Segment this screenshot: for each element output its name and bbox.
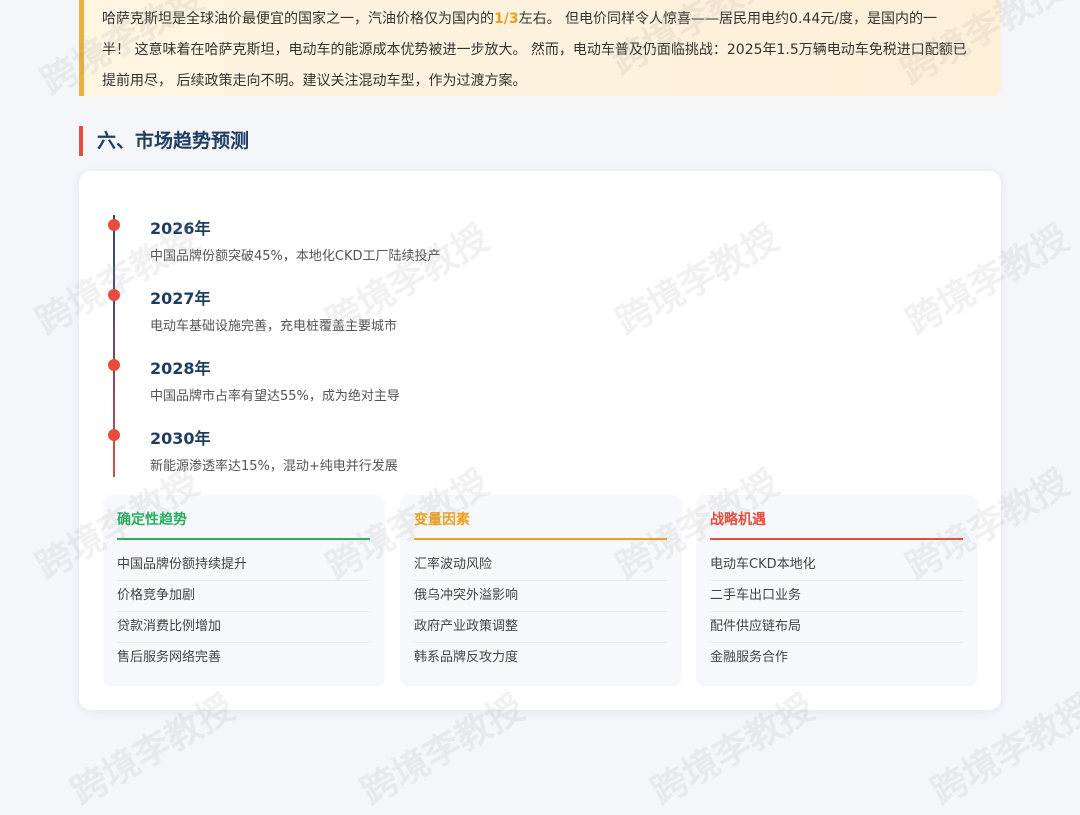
list-item: 贷款消费比例增加	[117, 612, 370, 643]
timeline-dot	[108, 429, 120, 441]
trend-card: 2026年 中国品牌份额突破45%，本地化CKD工厂陆续投产 2027年 电动车…	[79, 171, 1001, 710]
column-title: 确定性趋势	[117, 509, 370, 540]
timeline-year: 2027年	[150, 289, 211, 308]
timeline-dot	[108, 289, 120, 301]
timeline-item: 2030年 新能源渗透率达15%，混动+纯电并行发展	[79, 381, 779, 474]
list-item: 价格竞争加剧	[117, 581, 370, 612]
list-item: 金融服务合作	[710, 650, 789, 665]
callout-box: 哈萨克斯坦是全球油价最便宜的国家之一，汽油价格仅为国内的1/3左右。 但电价同样…	[79, 0, 1001, 96]
timeline-dot	[108, 219, 120, 231]
list-item: 中国品牌份额持续提升	[117, 550, 370, 581]
callout-text: 左右。 但电价同样令人惊喜——居民用电约0.44元/度，是国内的一	[518, 11, 937, 27]
section-title: 六、市场趋势预测	[79, 126, 249, 156]
column-list: 电动车CKD本地化 二手车出口业务 配件供应链布局 金融服务合作	[710, 550, 963, 673]
callout-line-1: 哈萨克斯坦是全球油价最便宜的国家之一，汽油价格仅为国内的1/3左右。 但电价同样…	[102, 4, 981, 35]
callout-highlight: 1/3	[494, 11, 519, 27]
list-item: 汇率波动风险	[414, 550, 667, 581]
list-item: 配件供应链布局	[710, 612, 963, 643]
column-title: 战略机遇	[710, 509, 963, 540]
column-title: 变量因素	[414, 509, 667, 540]
column-opportunities: 战略机遇 电动车CKD本地化 二手车出口业务 配件供应链布局 金融服务合作	[696, 495, 978, 686]
column-list: 中国品牌份额持续提升 价格竞争加剧 贷款消费比例增加 售后服务网络完善	[117, 550, 370, 673]
timeline-year: 2026年	[150, 219, 211, 238]
timeline-item: 2026年 中国品牌份额突破45%，本地化CKD工厂陆续投产	[79, 171, 779, 264]
timeline-year: 2028年	[150, 359, 211, 378]
list-item: 售后服务网络完善	[117, 650, 222, 665]
column-variables: 变量因素 汇率波动风险 俄乌冲突外溢影响 政府产业政策调整 韩系品牌反攻力度	[400, 495, 682, 686]
list-item: 俄乌冲突外溢影响	[414, 581, 667, 612]
column-certain-trends: 确定性趋势 中国品牌份额持续提升 价格竞争加剧 贷款消费比例增加 售后服务网络完…	[103, 495, 385, 686]
column-list: 汇率波动风险 俄乌冲突外溢影响 政府产业政策调整 韩系品牌反攻力度	[414, 550, 667, 673]
timeline-year: 2030年	[150, 429, 211, 448]
timeline-item: 2027年 电动车基础设施完善，充电桩覆盖主要城市	[79, 241, 779, 334]
timeline-dot	[108, 359, 120, 371]
list-item: 电动车CKD本地化	[710, 550, 963, 581]
callout-line-3: 提前用尽， 后续政策走向不明。建议关注混动车型，作为过渡方案。	[102, 73, 527, 89]
list-item: 政府产业政策调整	[414, 612, 667, 643]
timeline-item: 2028年 中国品牌市占率有望达55%，成为绝对主导	[79, 311, 779, 404]
list-item: 二手车出口业务	[710, 581, 963, 612]
callout-line-2: 半！ 这意味着在哈萨克斯坦，电动车的能源成本优势被进一步放大。 然而，电动车普及…	[102, 42, 967, 58]
list-item: 韩系品牌反攻力度	[414, 650, 519, 665]
callout-text: 哈萨克斯坦是全球油价最便宜的国家之一，汽油价格仅为国内的	[102, 11, 494, 27]
timeline-desc: 新能源渗透率达15%，混动+纯电并行发展	[150, 459, 398, 474]
